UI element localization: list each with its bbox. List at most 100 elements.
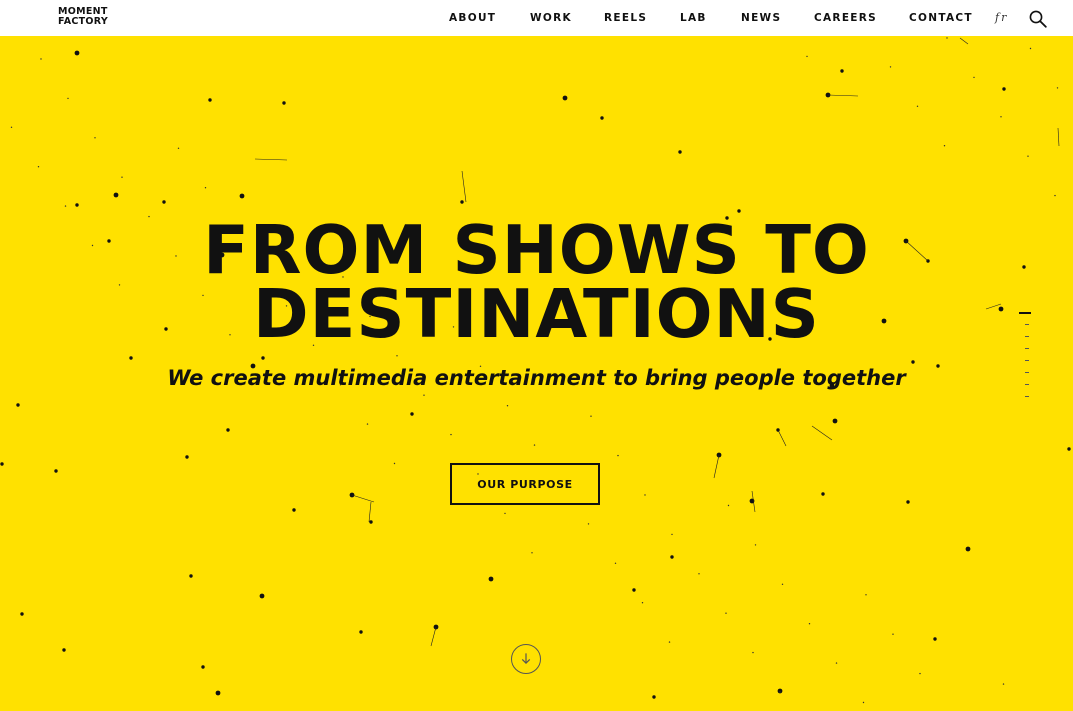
- section-indicator-dot[interactable]: [1015, 343, 1033, 355]
- section-indicator-dot[interactable]: [1015, 319, 1033, 331]
- logo-line2: FACTORY: [58, 16, 109, 27]
- star-speck: [862, 701, 865, 704]
- constellation-line: [1057, 127, 1060, 147]
- star-dot: [20, 612, 24, 616]
- constellation-line: [254, 158, 288, 161]
- star-dot: [670, 555, 674, 559]
- star-speck: [725, 612, 727, 614]
- star-dot: [62, 648, 66, 652]
- star-speck: [946, 37, 948, 39]
- nav-lab[interactable]: LAB: [680, 0, 707, 36]
- arrow-down-circle-icon[interactable]: [511, 644, 541, 674]
- nav-work[interactable]: WORK: [530, 0, 572, 36]
- nav-reels[interactable]: REELS: [604, 0, 647, 36]
- star-dot: [840, 69, 844, 73]
- our-purpose-button[interactable]: OUR PURPOSE: [450, 463, 600, 505]
- star-speck: [1000, 116, 1002, 118]
- section-indicator-dot[interactable]: [1015, 331, 1033, 343]
- star-speck: [835, 662, 838, 664]
- star-dot: [162, 200, 166, 204]
- star-speck: [671, 533, 673, 536]
- star-dot: [965, 546, 971, 552]
- star-dot: [652, 695, 656, 699]
- star-dot: [282, 101, 286, 105]
- constellation-line: [777, 429, 787, 447]
- star-speck: [1029, 47, 1032, 50]
- moment-factory-logo[interactable]: MOMENT FACTORY: [58, 7, 108, 27]
- star-speck: [10, 126, 13, 128]
- hero-subtitle: We create multimedia entertainment to br…: [167, 366, 906, 390]
- star-speck: [177, 147, 180, 149]
- constellation-line: [351, 494, 375, 503]
- star-speck: [892, 633, 894, 635]
- section-indicator: [1015, 307, 1033, 403]
- star-dot: [1002, 87, 1006, 91]
- nav-news[interactable]: NEWS: [741, 0, 781, 36]
- star-dot: [16, 403, 20, 407]
- star-speck: [943, 145, 946, 147]
- star-dot: [201, 665, 205, 669]
- star-speck: [919, 672, 921, 675]
- star-dot: [933, 637, 937, 641]
- star-dot: [292, 508, 296, 512]
- star-speck: [754, 544, 757, 546]
- star-speck: [64, 205, 67, 207]
- star-speck: [450, 433, 452, 436]
- star-dot: [189, 574, 193, 578]
- star-dot: [906, 500, 910, 504]
- constellation-line: [811, 425, 833, 441]
- star-speck: [779, 691, 781, 693]
- star-dot: [129, 356, 133, 360]
- nav-about[interactable]: ABOUT: [449, 0, 496, 36]
- star-dot: [215, 690, 221, 696]
- star-speck: [668, 641, 671, 643]
- star-speck: [781, 583, 784, 585]
- star-dot: [239, 193, 245, 199]
- star-speck: [1056, 87, 1059, 89]
- section-indicator-dot[interactable]: [1015, 367, 1033, 379]
- star-speck: [531, 552, 533, 554]
- constellation-line: [827, 94, 859, 97]
- star-dot: [600, 116, 604, 120]
- star-dot: [0, 462, 4, 466]
- star-speck: [617, 454, 619, 457]
- star-dot: [185, 455, 189, 459]
- star-speck: [806, 55, 808, 58]
- star-dot: [75, 203, 79, 207]
- star-dot: [460, 200, 464, 204]
- star-dot: [410, 412, 414, 416]
- section-indicator-dot[interactable]: [1015, 391, 1033, 403]
- nav-careers[interactable]: CAREERS: [814, 0, 877, 36]
- star-speck: [973, 76, 975, 79]
- headline-line2: DESTINATIONS: [253, 275, 820, 353]
- star-speck: [40, 58, 42, 60]
- star-speck: [1054, 194, 1056, 197]
- section-indicator-dot[interactable]: [1015, 307, 1033, 319]
- site-header: MOMENT FACTORY ABOUT WORK REELS LAB NEWS…: [0, 0, 1073, 36]
- star-speck: [366, 423, 369, 425]
- nav-contact[interactable]: CONTACT: [909, 0, 973, 36]
- hero-headline: FROM SHOWS TO DESTINATIONS: [0, 217, 1073, 353]
- star-dot: [832, 418, 838, 424]
- star-dot: [74, 50, 80, 56]
- language-toggle[interactable]: fr: [995, 11, 1008, 24]
- star-dot: [208, 98, 212, 102]
- star-speck: [644, 494, 646, 496]
- star-speck: [808, 623, 811, 625]
- star-speck: [204, 187, 207, 189]
- constellation-line: [959, 37, 969, 45]
- section-indicator-dot[interactable]: [1015, 355, 1033, 367]
- star-speck: [504, 512, 506, 515]
- star-dot: [54, 469, 58, 473]
- star-speck: [641, 602, 644, 604]
- star-speck: [614, 562, 617, 564]
- star-dot: [562, 95, 568, 101]
- star-speck: [121, 176, 123, 178]
- constellation-line: [713, 454, 720, 479]
- constellation-line: [430, 626, 437, 647]
- search-icon[interactable]: [1029, 10, 1047, 28]
- star-speck: [752, 651, 754, 654]
- star-speck: [590, 415, 592, 417]
- star-dot: [226, 428, 230, 432]
- section-indicator-dot[interactable]: [1015, 379, 1033, 391]
